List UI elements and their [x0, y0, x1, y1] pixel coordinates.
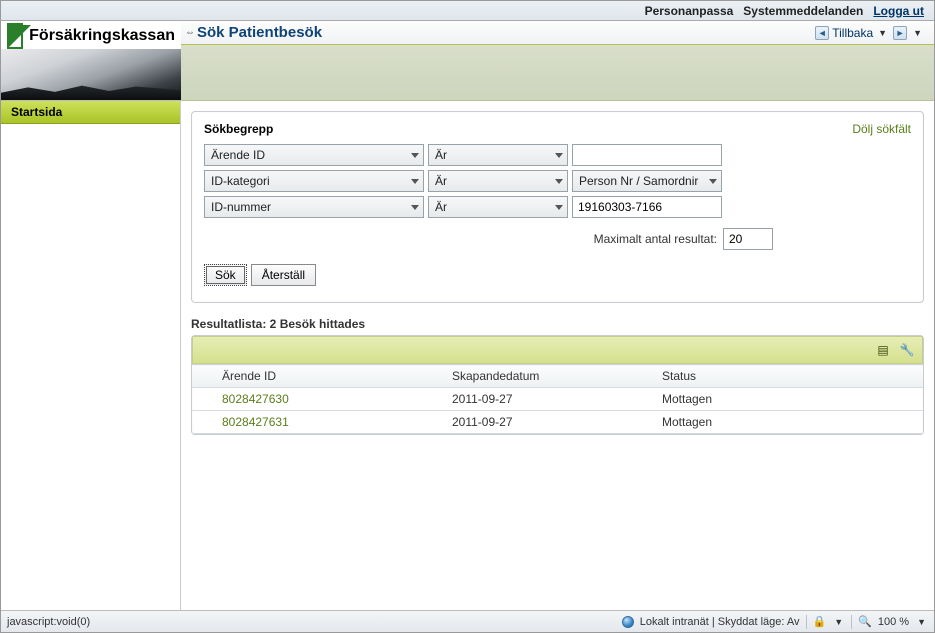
export-icon[interactable]: ▤ [876, 343, 890, 357]
back-label: Tillbaka [832, 26, 873, 40]
case-id-link[interactable]: 8028427631 [222, 415, 289, 429]
criteria-field-2[interactable]: ID-nummer [204, 196, 424, 218]
col-id[interactable]: Ärende ID [216, 365, 446, 388]
zoom-level-text: 100 % [878, 616, 909, 628]
row-status: Mottagen [656, 388, 923, 411]
caret-down-icon [555, 205, 563, 210]
security-zone-text: Lokalt intranät | Skyddat läge: Av [640, 616, 800, 628]
criteria-op-1-label: Är [435, 174, 447, 188]
criteria-field-1[interactable]: ID-kategori [204, 170, 424, 192]
col-date[interactable]: Skapandedatum [446, 365, 656, 388]
status-left-text: javascript:void(0) [7, 616, 90, 628]
search-button[interactable]: Sök [204, 264, 247, 286]
system-messages-link[interactable]: Systemmeddelanden [743, 4, 863, 18]
forward-button[interactable]: ► [893, 26, 907, 40]
results-header-row: Ärende ID Skapandedatum Status [192, 365, 923, 388]
back-button[interactable]: ◄ Tillbaka ▼ [815, 26, 889, 40]
hero-landscape-image [1, 49, 181, 100]
max-results-label: Maximalt antal resultat: [594, 232, 717, 246]
row-status: Mottagen [656, 411, 923, 434]
criteria-field-2-label: ID-nummer [211, 200, 271, 214]
case-id-link[interactable]: 8028427630 [222, 392, 289, 406]
lock-icon[interactable] [813, 615, 827, 628]
zoom-dropdown-caret-icon[interactable]: ▼ [915, 617, 928, 627]
criteria-op-0-label: Är [435, 148, 447, 162]
brand-block: Försäkringskassan [1, 21, 181, 101]
hide-search-link[interactable]: Dölj sökfält [852, 122, 911, 136]
status-bar: javascript:void(0) Lokalt intranät | Sky… [1, 610, 934, 632]
settings-wrench-icon[interactable]: 🔧 [900, 343, 914, 357]
results-toolbar: ▤ 🔧 [192, 336, 923, 364]
criteria-op-2[interactable]: Är [428, 196, 568, 218]
sidebar: Startsida [1, 101, 181, 610]
row-date: 2011-09-27 [446, 411, 656, 434]
col-status[interactable]: Status [656, 365, 923, 388]
results-panel: ▤ 🔧 Ärende ID Skapandedatum Status [191, 335, 924, 435]
globe-icon [622, 616, 634, 628]
row-select-cell[interactable] [192, 388, 216, 411]
forward-dropdown-caret-icon[interactable]: ▼ [911, 28, 924, 38]
zoom-icon[interactable] [858, 615, 872, 628]
criteria-value-1-combo[interactable]: Person Nr / Samordnir [572, 170, 722, 192]
results-title: Resultatlista: 2 Besök hittades [191, 317, 924, 331]
title-bar: ⇔ Sök Patientbesök ◄ Tillbaka ▼ ► ▼ [181, 21, 934, 45]
criteria-op-0[interactable]: Är [428, 144, 568, 166]
split-handle-icon[interactable]: ⇔ [185, 27, 195, 38]
main-content: Sökbegrepp Dölj sökfält Ärende ID Är ID-… [181, 101, 934, 610]
row-date: 2011-09-27 [446, 388, 656, 411]
sidebar-item-home[interactable]: Startsida [1, 101, 180, 124]
back-dropdown-caret-icon[interactable]: ▼ [876, 28, 889, 38]
caret-down-icon [555, 153, 563, 158]
reset-button[interactable]: Återställ [251, 264, 316, 286]
results-table: Ärende ID Skapandedatum Status 802842763… [192, 364, 923, 434]
brand-name: Försäkringskassan [29, 27, 175, 45]
table-row: 8028427631 2011-09-27 Mottagen [192, 411, 923, 434]
brand-logo-icon [7, 23, 23, 49]
table-row: 8028427630 2011-09-27 Mottagen [192, 388, 923, 411]
caret-down-icon [555, 179, 563, 184]
caret-down-icon [411, 205, 419, 210]
row-select-cell[interactable] [192, 411, 216, 434]
logout-link[interactable]: Logga ut [873, 4, 924, 18]
criteria-field-1-label: ID-kategori [211, 174, 270, 188]
caret-down-icon [709, 179, 717, 184]
top-nav: Personanpassa Systemmeddelanden Logga ut [1, 1, 934, 21]
criteria-value-0-input[interactable] [572, 144, 722, 166]
caret-down-icon [411, 153, 419, 158]
criteria-op-2-label: Är [435, 200, 447, 214]
arrow-left-icon: ◄ [815, 26, 829, 40]
page-title: Sök Patientbesök [195, 24, 322, 41]
criteria-value-2-input[interactable] [572, 196, 722, 218]
criteria-value-1-label: Person Nr / Samordnir [579, 174, 698, 188]
header: Försäkringskassan ⇔ Sök Patientbesök ◄ T… [1, 21, 934, 101]
search-heading: Sökbegrepp [204, 122, 273, 136]
toolbar-strip [181, 45, 934, 101]
security-dropdown-caret-icon[interactable]: ▼ [832, 617, 845, 627]
criteria-field-0-label: Ärende ID [211, 148, 265, 162]
col-select [192, 365, 216, 388]
caret-down-icon [411, 179, 419, 184]
max-results-input[interactable] [723, 228, 773, 250]
criteria-field-0[interactable]: Ärende ID [204, 144, 424, 166]
search-panel: Sökbegrepp Dölj sökfält Ärende ID Är ID-… [191, 111, 924, 303]
personalize-link[interactable]: Personanpassa [645, 4, 734, 18]
criteria-op-1[interactable]: Är [428, 170, 568, 192]
